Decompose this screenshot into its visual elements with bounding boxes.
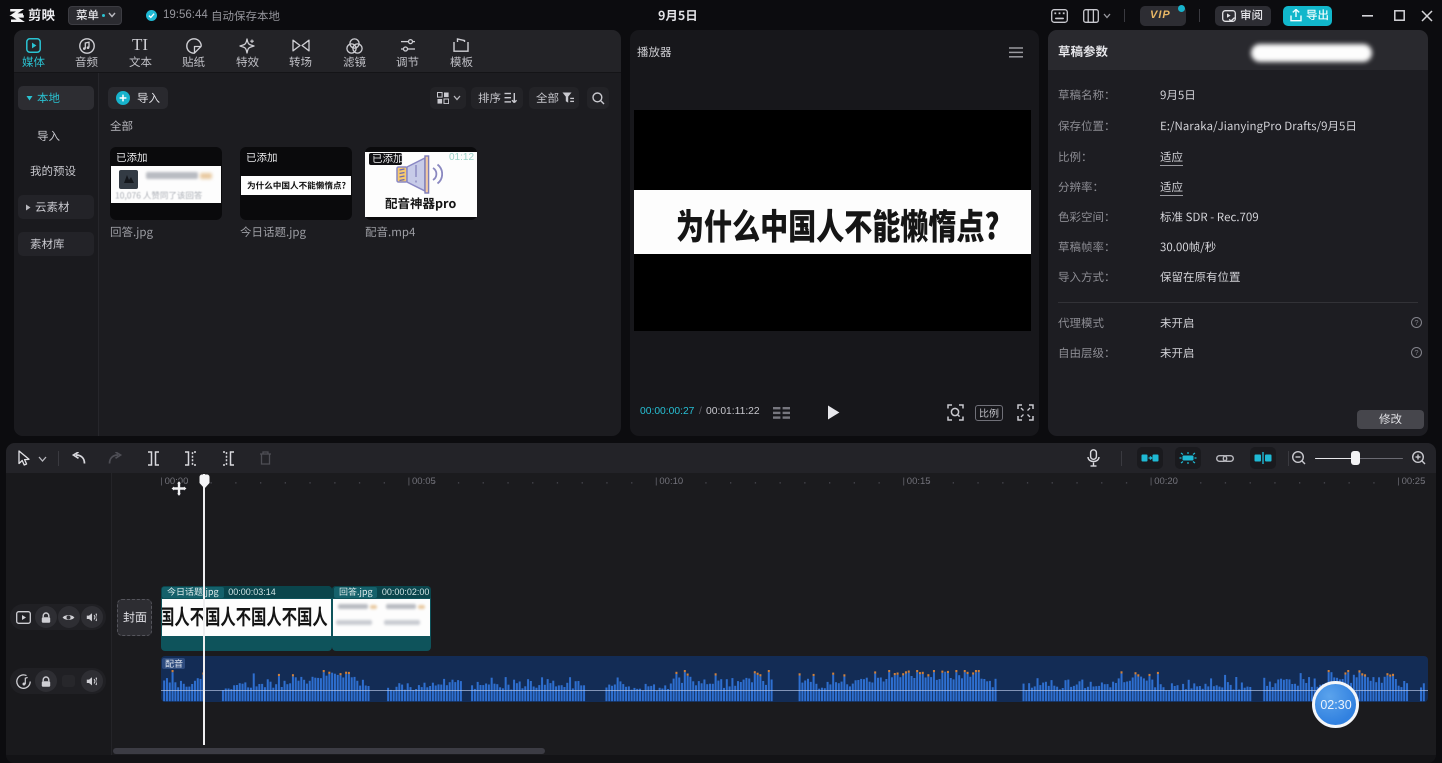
svg-text:?: ? <box>1414 318 1418 327</box>
svg-text:?: ? <box>1414 348 1418 357</box>
